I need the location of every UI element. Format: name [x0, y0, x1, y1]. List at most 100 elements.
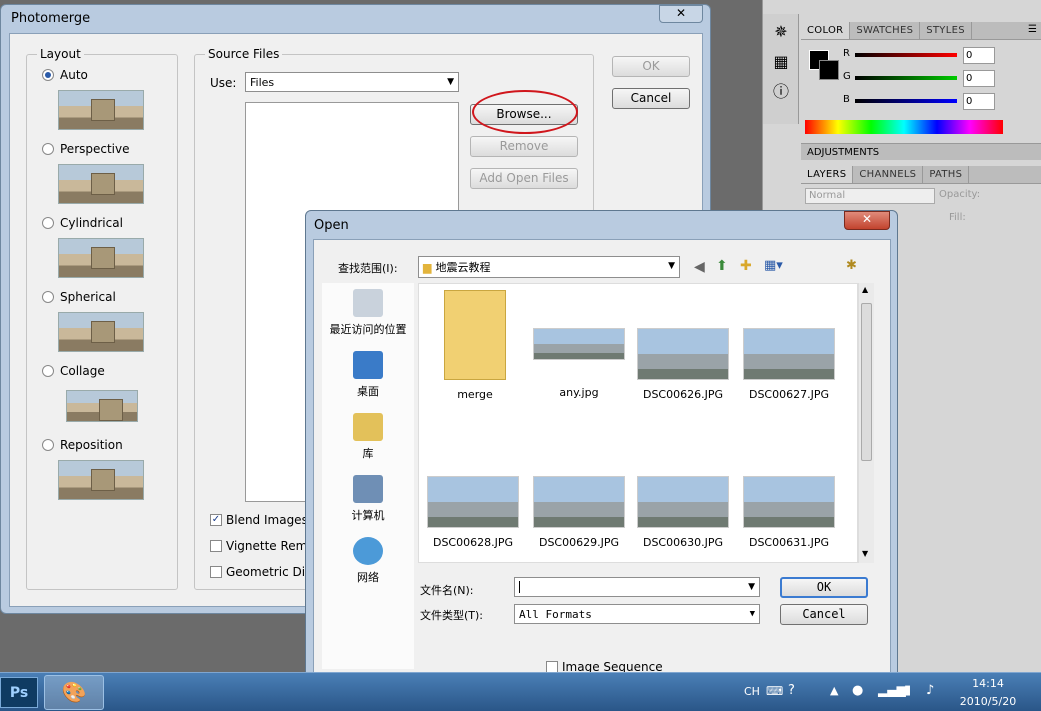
color-spectrum-bar[interactable]: [805, 120, 1003, 134]
g-value-field[interactable]: 0: [963, 70, 995, 87]
use-select[interactable]: Files ▼: [245, 72, 459, 92]
signal-icon[interactable]: ▂▄▆: [878, 683, 906, 697]
clock-date[interactable]: 2010/5/20: [950, 695, 1026, 708]
chevron-up-icon[interactable]: ▲: [830, 684, 838, 697]
radio-icon[interactable]: [42, 69, 54, 81]
file-item[interactable]: DSC00628.JPG: [423, 476, 523, 549]
radio-icon[interactable]: [42, 365, 54, 377]
radio-icon[interactable]: [42, 143, 54, 155]
file-item[interactable]: DSC00629.JPG: [529, 476, 629, 549]
layout-auto-thumbnail[interactable]: [58, 90, 144, 130]
radio-icon[interactable]: [42, 439, 54, 451]
panel-menu-icon[interactable]: ☰: [1028, 24, 1037, 35]
layout-reposition-thumbnail[interactable]: [58, 460, 144, 500]
tab-paths[interactable]: PATHS: [923, 166, 970, 183]
filename-input[interactable]: ▼: [514, 577, 760, 597]
tab-swatches[interactable]: SWATCHES: [850, 22, 921, 39]
checkmark-icon[interactable]: ✓: [210, 514, 222, 526]
radio-icon[interactable]: [42, 291, 54, 303]
back-icon[interactable]: ◀: [694, 259, 705, 275]
close-icon[interactable]: ✕: [844, 211, 890, 230]
place-desktop[interactable]: 桌面: [322, 351, 414, 399]
file-item[interactable]: DSC00627.JPG: [739, 328, 839, 401]
file-list-scrollbar[interactable]: ▲ ▼: [858, 283, 874, 563]
favorites-icon[interactable]: ✱: [846, 258, 857, 273]
place-computer[interactable]: 计算机: [322, 475, 414, 523]
color-panel-tabs: COLOR SWATCHES STYLES ☰: [801, 22, 1041, 40]
info-icon[interactable]: ⓘ: [769, 80, 793, 104]
close-icon[interactable]: ✕: [659, 5, 703, 23]
qq-icon[interactable]: ●: [852, 683, 863, 698]
new-folder-icon[interactable]: ✚: [740, 258, 752, 274]
radio-icon[interactable]: [42, 217, 54, 229]
checkbox-icon[interactable]: [210, 566, 222, 578]
layout-cylindrical[interactable]: Cylindrical: [42, 216, 123, 230]
histogram-icon[interactable]: ▦: [769, 50, 793, 74]
checkbox-icon[interactable]: [210, 540, 222, 552]
place-network[interactable]: 网络: [322, 537, 414, 585]
battery-icon[interactable]: ▮: [904, 683, 911, 698]
layout-perspective-thumbnail[interactable]: [58, 164, 144, 204]
layout-cylindrical-thumbnail[interactable]: [58, 238, 144, 278]
tab-styles[interactable]: STYLES: [920, 22, 972, 39]
ok-button[interactable]: OK: [612, 56, 690, 77]
b-slider[interactable]: [855, 99, 957, 103]
place-network-label: 网络: [357, 571, 379, 584]
layout-auto[interactable]: Auto: [42, 68, 88, 82]
navigator-icon[interactable]: ✵: [769, 20, 793, 44]
layout-collage-thumbnail[interactable]: [66, 390, 138, 422]
fill-label: Fill:: [949, 212, 966, 223]
r-slider[interactable]: [855, 53, 957, 57]
cancel-button[interactable]: Cancel: [612, 88, 690, 109]
highlight-circle: [472, 90, 578, 134]
clock-time[interactable]: 14:14: [950, 677, 1026, 690]
remove-button[interactable]: Remove: [470, 136, 578, 157]
scroll-up-icon[interactable]: ▲: [862, 285, 868, 294]
place-libraries[interactable]: 库: [322, 413, 414, 461]
open-cancel-button[interactable]: Cancel: [780, 604, 868, 625]
add-open-files-button[interactable]: Add Open Files: [470, 168, 578, 189]
adjustments-panel-tab[interactable]: ADJUSTMENTS: [801, 143, 1041, 160]
layout-collage[interactable]: Collage: [42, 364, 105, 378]
geometric-checkbox[interactable]: Geometric Dist: [210, 565, 316, 579]
tab-color[interactable]: COLOR: [801, 22, 851, 39]
blend-mode-select[interactable]: Normal: [805, 188, 935, 204]
scrollbar-thumb[interactable]: [861, 303, 872, 461]
image-thumbnail: [427, 476, 519, 528]
place-recent[interactable]: 最近访问的位置: [322, 289, 414, 337]
look-in-select[interactable]: ▆ 地震云教程 ▼: [418, 256, 680, 278]
background-color-swatch[interactable]: [819, 60, 839, 80]
r-value-field[interactable]: 0: [963, 47, 995, 64]
filetype-select[interactable]: All Formats ▼: [514, 604, 760, 624]
file-item[interactable]: DSC00626.JPG: [633, 328, 733, 401]
paint-taskbar-icon[interactable]: 🎨: [44, 675, 104, 710]
b-value-field[interactable]: 0: [963, 93, 995, 110]
volume-icon[interactable]: ♪: [926, 683, 934, 698]
layout-spherical[interactable]: Spherical: [42, 290, 116, 304]
file-item[interactable]: DSC00631.JPG: [739, 476, 839, 549]
chevron-down-icon: ▼: [748, 582, 755, 592]
scroll-down-icon[interactable]: ▼: [862, 549, 868, 558]
chevron-down-icon: ▼: [668, 261, 675, 271]
tab-layers[interactable]: LAYERS: [801, 166, 854, 183]
file-item[interactable]: merge: [425, 290, 525, 401]
layout-collage-label: Collage: [60, 364, 105, 378]
open-ok-button[interactable]: OK: [780, 577, 868, 598]
help-icon[interactable]: ?: [788, 683, 795, 698]
layout-spherical-thumbnail[interactable]: [58, 312, 144, 352]
g-slider[interactable]: [855, 76, 957, 80]
photoshop-taskbar-button[interactable]: Ps: [0, 677, 38, 708]
layout-perspective[interactable]: Perspective: [42, 142, 130, 156]
layout-reposition[interactable]: Reposition: [42, 438, 123, 452]
up-folder-icon[interactable]: ⬆: [716, 258, 728, 274]
tab-channels[interactable]: CHANNELS: [853, 166, 924, 183]
file-item[interactable]: any.jpg: [529, 328, 629, 399]
language-indicator[interactable]: CH: [744, 685, 760, 698]
layout-perspective-label: Perspective: [60, 142, 130, 156]
file-item[interactable]: DSC00630.JPG: [633, 476, 733, 549]
file-list[interactable]: merge any.jpg DSC00626.JPG DSC00627.JPG …: [418, 283, 858, 563]
vignette-checkbox[interactable]: Vignette Rem: [210, 539, 307, 553]
blend-images-checkbox[interactable]: ✓ Blend Images: [210, 513, 308, 527]
view-menu-icon[interactable]: ▦▾: [764, 258, 783, 273]
keyboard-icon[interactable]: ⌨: [766, 684, 783, 698]
